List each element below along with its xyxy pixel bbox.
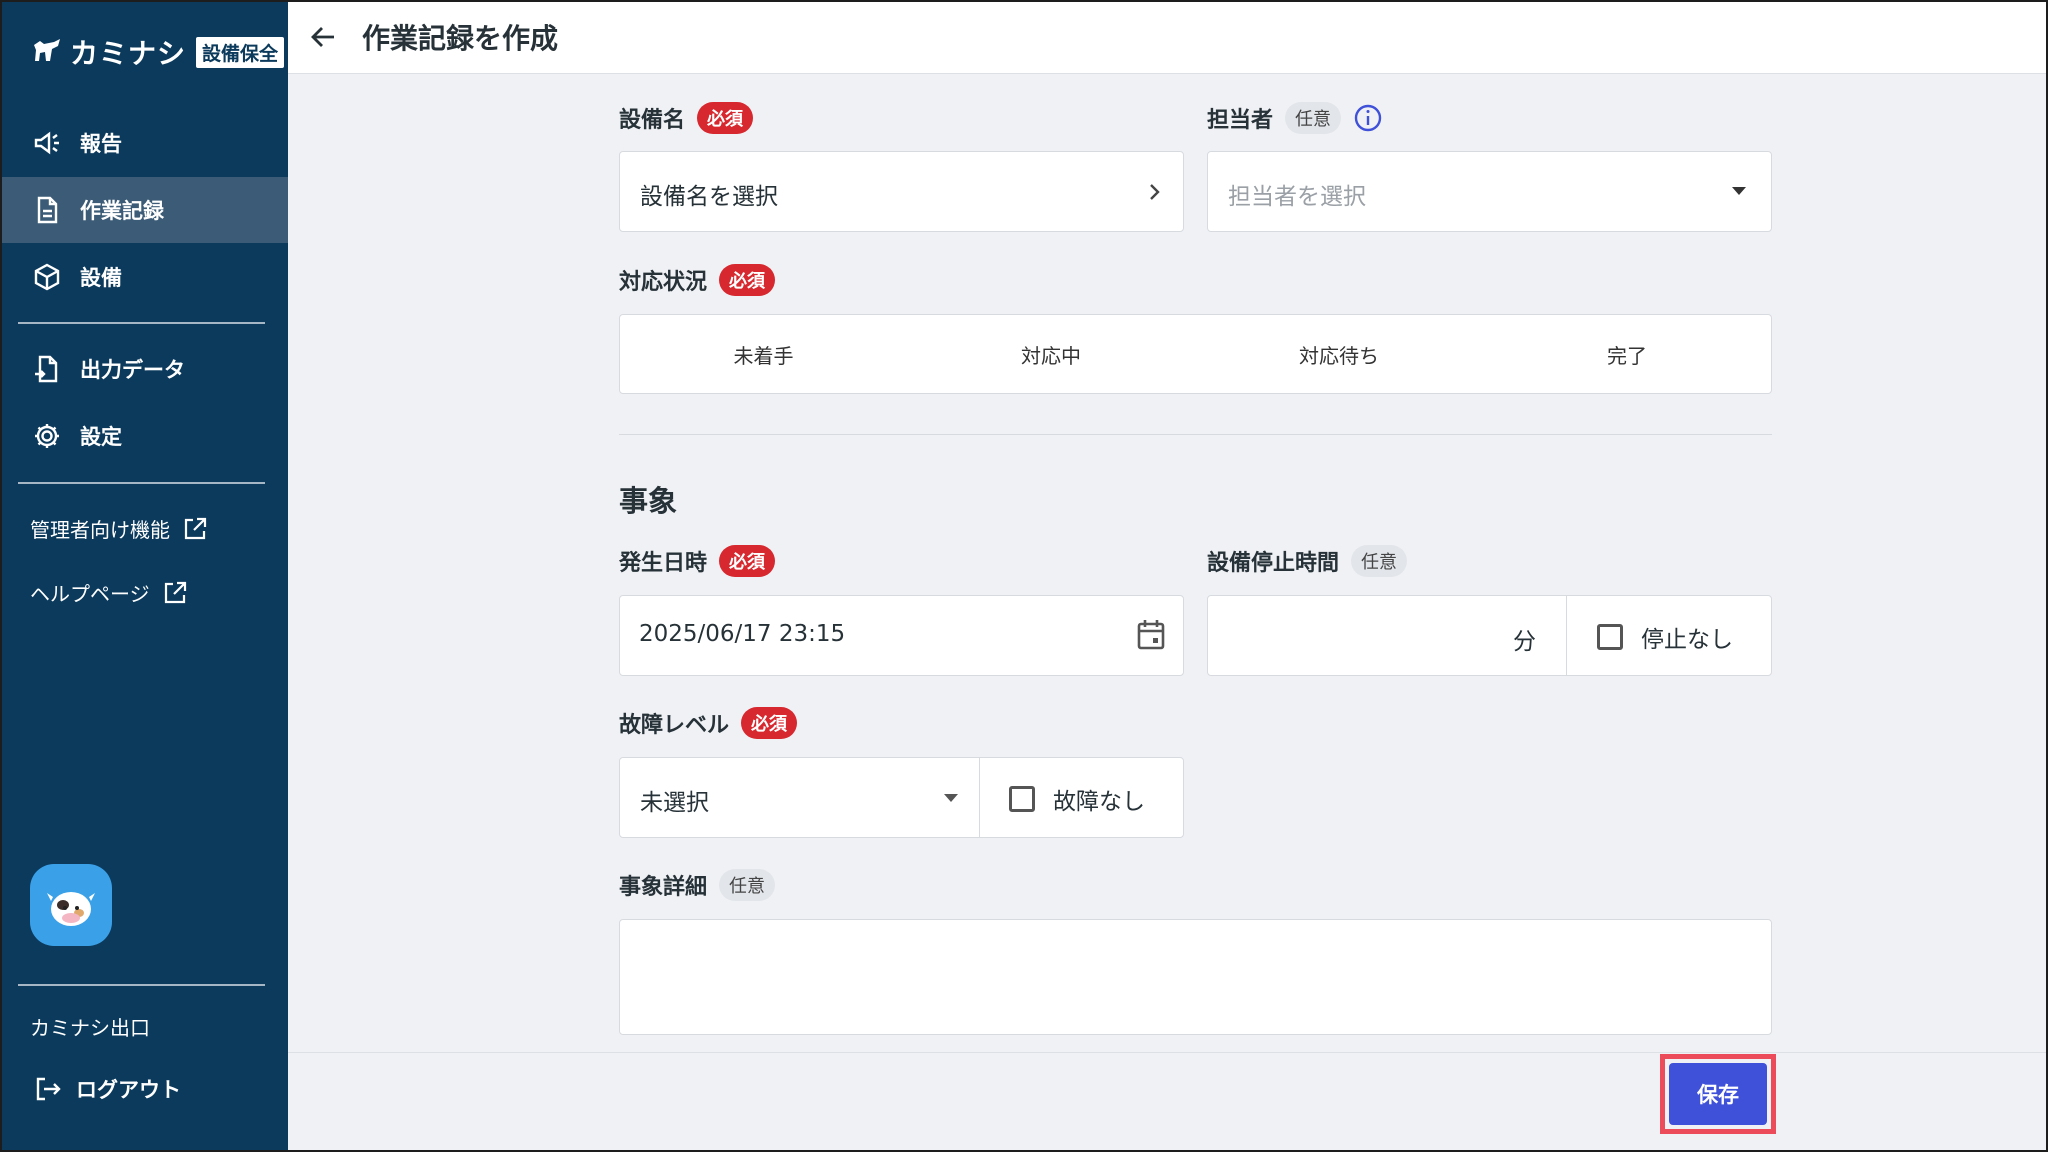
kaminashi-exit-link[interactable]: カミナシ出口 <box>30 1012 150 1041</box>
save-button[interactable]: 保存 <box>1669 1063 1767 1125</box>
no-fault-checkbox[interactable] <box>1009 786 1035 812</box>
megaphone-icon <box>34 131 59 155</box>
equipment-label: 設備名 <box>619 108 686 133</box>
sidebar-item-export[interactable]: 出力データ <box>0 336 288 402</box>
status-option-in-progress[interactable]: 対応中 <box>907 314 1196 394</box>
occurred-at-label-row: 発生日時 必須 <box>619 545 776 577</box>
status-label-row: 対応状況 必須 <box>619 264 776 296</box>
required-badge: 必須 <box>741 707 798 739</box>
sidebar-item-settings[interactable]: 設定 <box>0 403 288 469</box>
no-fault-checkbox-wrap[interactable]: 故障なし <box>1009 782 1145 816</box>
calendar-icon[interactable] <box>1135 618 1167 652</box>
status-option-not-started[interactable]: 未着手 <box>619 314 908 394</box>
cow-mascot-icon <box>47 892 95 926</box>
page-header: 作業記録を作成 <box>288 0 2048 74</box>
status-option-waiting[interactable]: 対応待ち <box>1195 314 1484 394</box>
details-label: 事象詳細 <box>619 875 708 900</box>
section-title-event: 事象 <box>619 484 678 518</box>
app-name: カミナシ <box>70 37 187 70</box>
optional-badge: 任意 <box>1285 102 1342 134</box>
mascot-button[interactable] <box>30 864 112 946</box>
app-badge: 設備保全 <box>196 36 285 68</box>
required-badge: 必須 <box>697 102 754 134</box>
caret-down-icon <box>1732 187 1746 195</box>
file-export-icon <box>35 355 58 383</box>
app-logo[interactable]: カミナシ 設備保全 <box>30 32 285 72</box>
logout-icon <box>36 1077 61 1101</box>
optional-badge: 任意 <box>719 869 776 901</box>
optional-badge: 任意 <box>1351 545 1408 577</box>
cow-logo-icon <box>34 39 60 61</box>
chevron-right-icon <box>1150 184 1160 200</box>
fault-level-select[interactable]: 未選択 <box>619 757 980 838</box>
admin-link-label: 管理者向け機能 <box>30 518 170 542</box>
details-label-row: 事象詳細 任意 <box>619 869 776 901</box>
sidebar-item-label: 作業記録 <box>80 199 164 223</box>
status-label: 対応状況 <box>619 270 708 295</box>
info-icon[interactable] <box>1353 103 1383 133</box>
occurred-at-value: 2025/06/17 23:15 <box>639 621 846 647</box>
sidebar-item-work-record[interactable]: 作業記録 <box>0 177 288 243</box>
downtime-input[interactable]: 分 <box>1207 595 1567 676</box>
sidebar-divider <box>18 482 265 484</box>
external-link-icon <box>184 517 207 539</box>
logout-button[interactable]: ログアウト <box>34 1074 181 1104</box>
sidebar: カミナシ 設備保全 報告 作業記録 設備 出力データ 設定 管理者向け機能 ヘル… <box>0 0 288 1152</box>
logout-label: ログアウト <box>76 1078 181 1102</box>
bottom-action-bar <box>288 1052 2048 1152</box>
admin-link[interactable]: 管理者向け機能 <box>30 514 208 543</box>
help-link[interactable]: ヘルプページ <box>30 578 188 607</box>
occurred-at-label: 発生日時 <box>619 551 708 576</box>
sidebar-item-label: 設定 <box>80 425 122 449</box>
external-link-icon <box>164 581 186 603</box>
no-downtime-label: 停止なし <box>1641 627 1733 653</box>
fault-level-value: 未選択 <box>640 790 709 816</box>
downtime-label-row: 設備停止時間 任意 <box>1207 545 1408 577</box>
fault-level-label-row: 故障レベル 必須 <box>619 707 798 739</box>
status-option-done[interactable]: 完了 <box>1483 314 1772 394</box>
assignee-label: 担当者 <box>1207 108 1274 133</box>
downtime-label: 設備停止時間 <box>1207 551 1340 576</box>
assignee-placeholder: 担当者を選択 <box>1228 184 1366 210</box>
sidebar-item-label: 出力データ <box>80 358 185 382</box>
sidebar-item-label: 報告 <box>80 132 122 156</box>
help-link-label: ヘルプページ <box>30 582 150 606</box>
occurred-at-input[interactable]: 2025/06/17 23:15 <box>619 595 1184 676</box>
gear-icon <box>35 424 59 448</box>
equipment-select[interactable]: 設備名を選択 <box>619 151 1184 232</box>
fault-level-label: 故障レベル <box>619 713 730 738</box>
assignee-label-row: 担当者 任意 <box>1207 102 1383 134</box>
section-divider <box>619 434 1772 435</box>
sidebar-divider <box>18 322 265 324</box>
equipment-placeholder: 設備名を選択 <box>640 184 778 210</box>
no-downtime-checkbox[interactable] <box>1597 624 1623 650</box>
sidebar-item-report[interactable]: 報告 <box>0 110 288 176</box>
caret-down-icon <box>944 794 958 802</box>
sidebar-item-equipment[interactable]: 設備 <box>0 244 288 310</box>
required-badge: 必須 <box>719 545 776 577</box>
no-fault-label: 故障なし <box>1053 789 1145 815</box>
sidebar-divider <box>18 984 265 986</box>
assignee-select[interactable]: 担当者を選択 <box>1207 151 1772 232</box>
cube-icon <box>34 263 60 291</box>
document-icon <box>37 196 58 224</box>
page-title: 作業記録を作成 <box>362 21 559 55</box>
downtime-unit: 分 <box>1513 629 1536 655</box>
equipment-label-row: 設備名 必須 <box>619 102 754 134</box>
required-badge: 必須 <box>719 264 776 296</box>
no-downtime-checkbox-wrap[interactable]: 停止なし <box>1597 620 1733 654</box>
details-textarea[interactable] <box>619 919 1772 1035</box>
sidebar-item-label: 設備 <box>80 266 122 290</box>
back-arrow-icon[interactable] <box>308 21 340 53</box>
